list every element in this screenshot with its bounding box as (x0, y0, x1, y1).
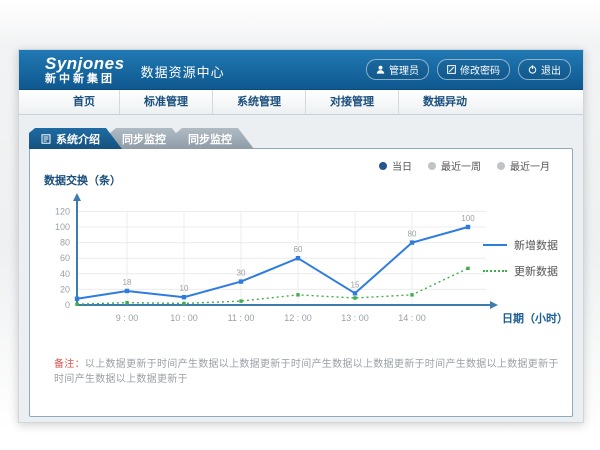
tab-label: 系统介绍 (56, 131, 100, 147)
tab-label: 同步监控 (122, 131, 166, 147)
edit-icon (447, 65, 456, 74)
tab-label: 同步监控 (188, 131, 232, 147)
range-radio-label: 最近一月 (510, 158, 550, 173)
chart-gridlines (77, 211, 486, 305)
tab-sync-monitor-2[interactable]: 同步监控 (176, 128, 254, 149)
nav-item-1[interactable]: 标准管理 (119, 90, 212, 114)
radio-dot-icon (428, 162, 436, 170)
logo-synjones: Synjones (45, 55, 125, 72)
svg-text:13 : 00: 13 : 00 (341, 313, 369, 323)
nav-item-3[interactable]: 对接管理 (305, 90, 398, 114)
data-point-label: 15 (351, 280, 360, 289)
svg-text:10 : 00: 10 : 00 (170, 313, 198, 323)
data-point-marker (182, 295, 186, 299)
svg-text:9 : 00: 9 : 00 (116, 313, 139, 323)
data-point-marker (353, 296, 356, 299)
svg-text:12 : 00: 12 : 00 (284, 313, 312, 323)
y-axis-tick-labels: 0 20 40 60 80 100 120 (55, 206, 70, 310)
range-selector: 当日 最近一周 最近一月 (379, 158, 550, 173)
data-point-marker (410, 240, 414, 244)
main-nav: 首页标准管理系统管理对接管理数据异动 (19, 90, 583, 115)
footnote: 备注：以上数据更新于时间产生数据以上数据更新于时间产生数据以上数据更新于时间产生… (54, 355, 560, 385)
svg-text:14 : 00: 14 : 00 (398, 313, 426, 323)
data-point-marker (466, 267, 469, 270)
footnote-label: 备注： (54, 359, 85, 370)
range-radio-label: 最近一周 (441, 158, 481, 173)
svg-text:11 : 00: 11 : 00 (228, 313, 255, 323)
data-point-marker (182, 302, 185, 305)
tab-sync-monitor-1[interactable]: 同步监控 (110, 128, 188, 149)
admin-user-button[interactable]: 管理员 (366, 59, 429, 80)
document-icon (41, 134, 51, 144)
range-radio-0[interactable]: 当日 (379, 158, 412, 173)
data-point-marker (296, 293, 299, 296)
series-legend-item-1: 更新数据 (483, 263, 558, 279)
svg-text:40: 40 (60, 269, 70, 279)
svg-text:100: 100 (55, 222, 70, 232)
data-point-label: 30 (237, 269, 246, 278)
svg-text:60: 60 (60, 253, 70, 263)
radio-dot-icon (379, 162, 387, 170)
svg-text:80: 80 (60, 238, 70, 248)
change-password-button[interactable]: 修改密码 (437, 59, 510, 80)
tab-system-intro[interactable]: 系统介绍 (29, 128, 122, 149)
y-axis-title: 数据交换（条） (44, 172, 121, 188)
user-icon (376, 65, 385, 74)
data-point-marker (296, 256, 300, 260)
data-point-label: 10 (180, 284, 189, 293)
app-window: Synjones 新中新集团 数据资源中心 管理员 修改密码 退出 (18, 49, 584, 423)
data-point-marker (410, 293, 413, 296)
data-point-marker (239, 279, 243, 283)
series-name: 更新数据 (514, 263, 558, 279)
series-legend-item-0: 新增数据 (483, 237, 558, 253)
svg-text:120: 120 (55, 206, 70, 216)
admin-user-label: 管理员 (389, 62, 419, 77)
x-axis-tick-labels: 9 : 00 10 : 00 11 : 00 12 : 00 13 : 00 14 : 0… (116, 313, 426, 323)
logout-label: 退出 (541, 62, 561, 77)
data-point-label: 100 (461, 214, 475, 223)
nav-item-0[interactable]: 首页 (49, 90, 119, 114)
tab-bar: 系统介绍 同步监控 同步监控 (29, 128, 242, 149)
logo-company-name: 新中新集团 (45, 74, 125, 85)
series-1-updated-data (75, 267, 469, 306)
logout-button[interactable]: 退出 (518, 59, 571, 80)
radio-dot-icon (497, 162, 505, 170)
nav-item-4[interactable]: 数据异动 (398, 90, 491, 114)
user-actions: 管理员 修改密码 退出 (366, 59, 571, 80)
series-legend: 新增数据更新数据 (483, 237, 558, 289)
logo[interactable]: Synjones 新中新集团 (45, 55, 125, 85)
series-line-sample (483, 270, 507, 272)
power-icon (528, 65, 537, 74)
data-point-marker (353, 291, 357, 295)
data-point-marker (239, 299, 242, 302)
content-area: 系统介绍 同步监控 同步监控 当日 最近一周 最近一月 数据交换（条） 0 20 40 60 8… (19, 115, 583, 423)
app-title: 数据资源中心 (141, 62, 225, 89)
data-point-marker (466, 225, 470, 229)
change-password-label: 修改密码 (460, 62, 500, 77)
data-point-marker (75, 303, 78, 306)
series-line-sample (483, 244, 507, 246)
content-panel: 当日 最近一周 最近一月 数据交换（条） 0 20 40 60 80 100 120 9 : 00… (29, 148, 573, 417)
range-radio-2[interactable]: 最近一月 (497, 158, 550, 173)
data-point-label: 18 (123, 278, 132, 287)
x-axis-title: 日期（小时） (502, 311, 568, 325)
series-name: 新增数据 (514, 237, 558, 253)
svg-text:20: 20 (60, 284, 70, 294)
footnote-text: 以上数据更新于时间产生数据以上数据更新于时间产生数据以上数据更新于时间产生数据以… (54, 359, 559, 385)
range-radio-label: 当日 (392, 158, 412, 173)
data-point-marker (125, 289, 129, 293)
data-point-marker (75, 297, 79, 301)
range-radio-1[interactable]: 最近一周 (428, 158, 481, 173)
nav-item-2[interactable]: 系统管理 (212, 90, 305, 114)
svg-text:0: 0 (65, 300, 70, 310)
data-point-label: 80 (408, 230, 417, 239)
data-point-label: 60 (294, 245, 303, 254)
app-header: Synjones 新中新集团 数据资源中心 管理员 修改密码 退出 (19, 50, 583, 90)
data-point-marker (125, 301, 128, 304)
